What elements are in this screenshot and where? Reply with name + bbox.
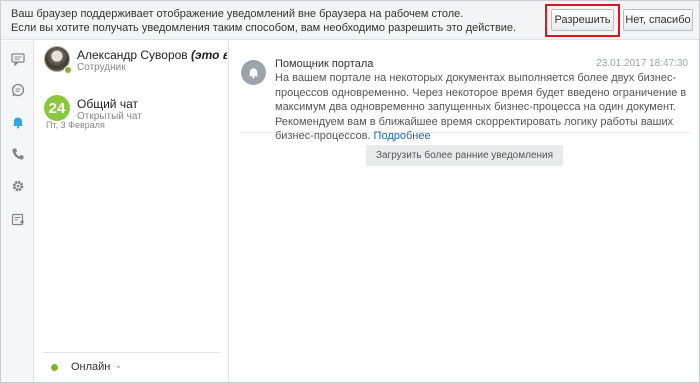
gear-icon[interactable]: [9, 177, 27, 195]
contact-item-general-chat[interactable]: 24 Общий чат Открытый чат: [42, 95, 226, 127]
notification-permission-text: Ваш браузер поддерживает отображение уве…: [11, 7, 516, 35]
notification-author: Помощник портала: [275, 58, 374, 70]
allow-button[interactable]: Разрешить: [551, 9, 614, 31]
settings-list-icon[interactable]: [9, 211, 27, 229]
contact-name: Александр Суворов (это в...: [77, 48, 227, 62]
status-selector[interactable]: Онлайн ⌄: [42, 352, 220, 380]
status-label: Онлайн: [71, 361, 111, 373]
phone-icon[interactable]: [9, 145, 27, 163]
load-more-button[interactable]: Загрузить более ранние уведомления: [366, 145, 563, 166]
contact-name-suffix: (это в...: [191, 48, 227, 62]
more-link[interactable]: Подробнее: [374, 130, 431, 142]
contact-list: Александр Суворов (это в... Сотрудник Пт…: [34, 41, 229, 382]
notification-item: Помощник портала 23.01.2017 18:47:30 На …: [240, 53, 690, 142]
status-dot: [51, 364, 58, 371]
contact-name-text: Александр Суворов: [77, 48, 188, 62]
bell-icon[interactable]: [9, 113, 27, 131]
search-history-icon[interactable]: [9, 81, 27, 99]
decline-button[interactable]: Нет, спасибо: [623, 9, 693, 31]
online-indicator: [64, 66, 72, 74]
contact-item-user[interactable]: Александр Суворов (это в... Сотрудник: [42, 46, 227, 78]
notifications-panel: Помощник портала 23.01.2017 18:47:30 На …: [230, 41, 699, 382]
contact-subtitle: Открытый чат: [77, 111, 142, 122]
notification-date: 23.01.2017 18:47:30: [596, 58, 688, 69]
contact-subtitle: Сотрудник: [77, 62, 126, 73]
bell-icon: [241, 60, 266, 85]
chat-avatar: 24: [44, 95, 70, 121]
contact-name: Общий чат: [77, 97, 138, 111]
notification-body: На вашем портале на некоторых документах…: [275, 72, 687, 142]
notification-text-line-1: Ваш браузер поддерживает отображение уве…: [11, 8, 464, 20]
chat-bubble-icon[interactable]: [9, 50, 27, 68]
chevron-down-icon: ⌄: [115, 361, 122, 370]
left-icon-rail: [1, 41, 34, 382]
notification-text: На вашем портале на некоторых документах…: [275, 71, 690, 144]
notification-text-line-2: Если вы хотите получать уведомления таки…: [11, 22, 517, 34]
